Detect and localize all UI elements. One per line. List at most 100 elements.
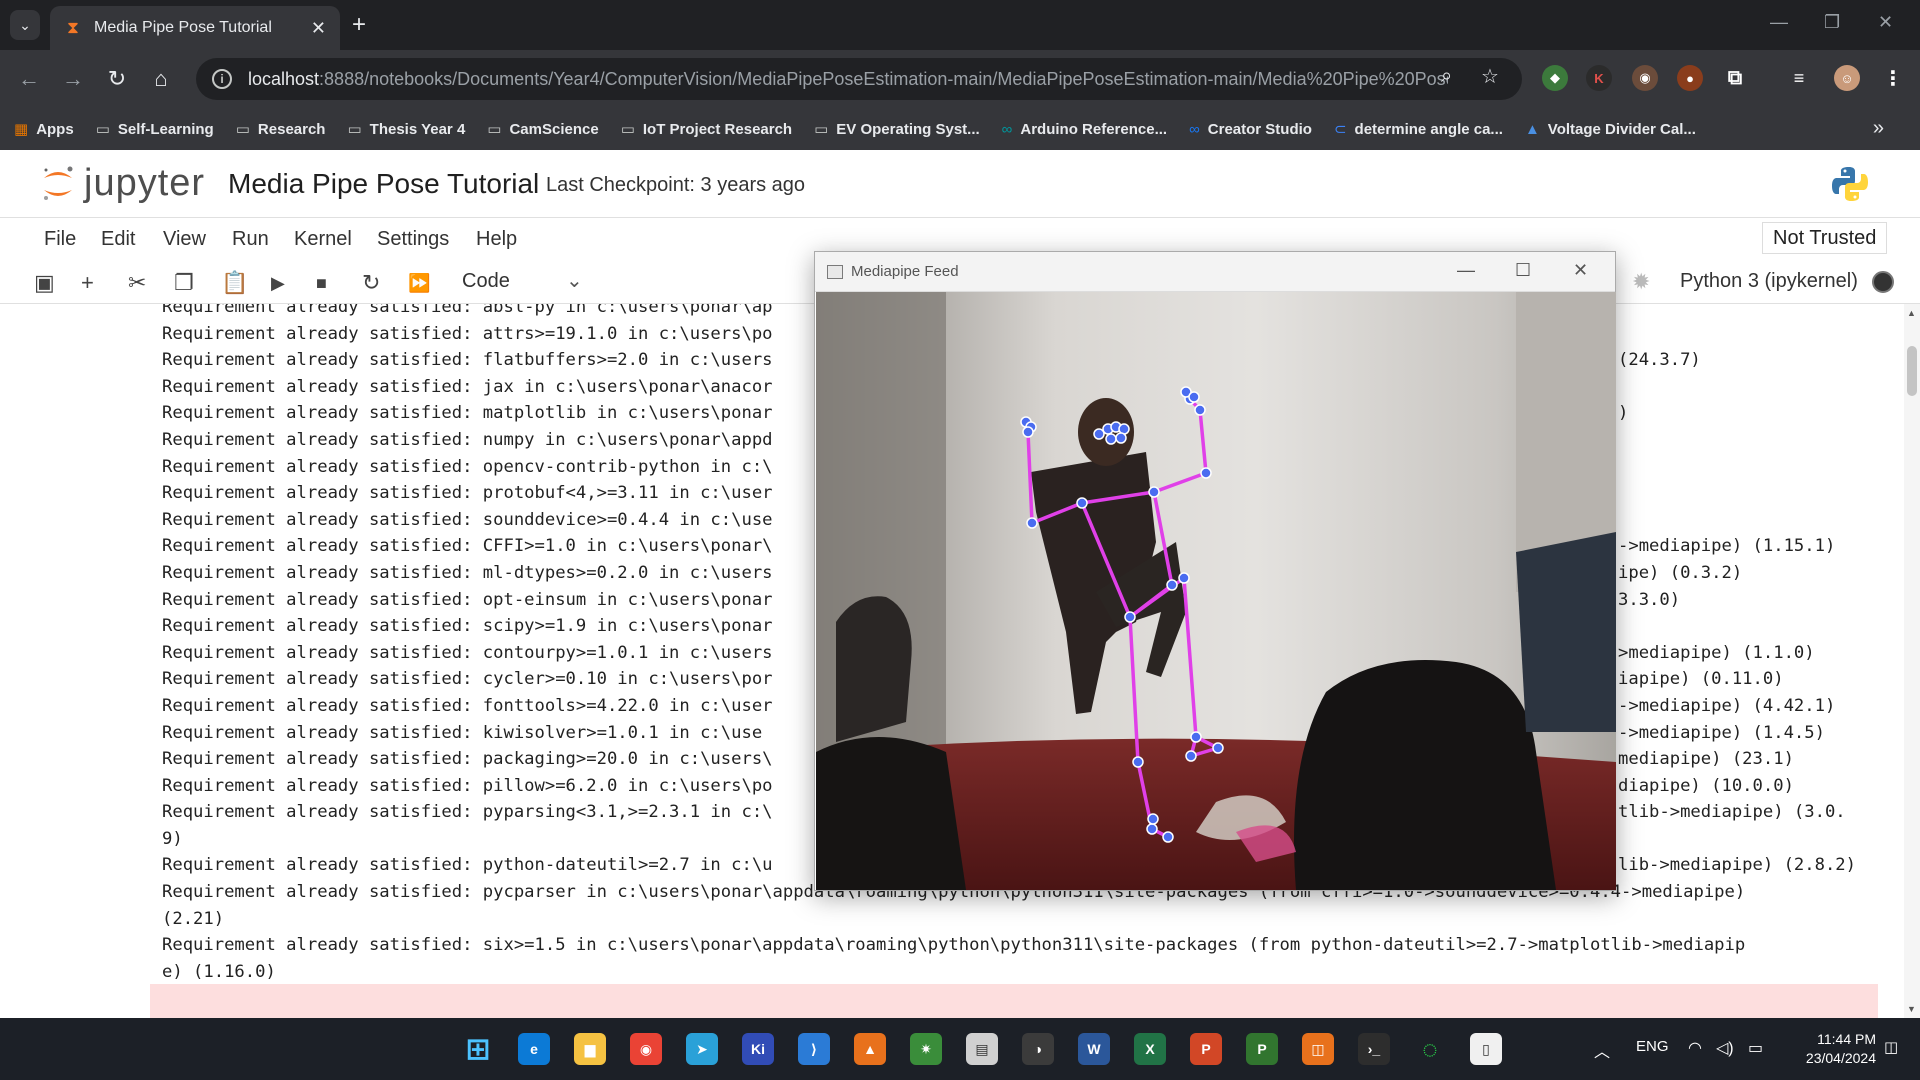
anaconda-icon[interactable]: ✷: [910, 1033, 942, 1065]
menu-help[interactable]: Help: [476, 228, 517, 251]
menu-view[interactable]: View: [163, 228, 206, 251]
wifi-icon[interactable]: ◠: [1688, 1038, 1702, 1058]
extension-colorful-icon[interactable]: ◆: [1542, 65, 1568, 91]
bookmark-ev[interactable]: ▭ EV Operating Syst...: [814, 120, 980, 139]
language-indicator[interactable]: ENG: [1636, 1038, 1669, 1055]
file-explorer-icon[interactable]: ▆: [574, 1033, 606, 1065]
site-info-icon[interactable]: i: [212, 69, 232, 89]
cell-type-select[interactable]: Code ⌄: [462, 270, 592, 293]
window-close-icon[interactable]: ✕: [1878, 12, 1893, 33]
restore-icon[interactable]: ❐: [1824, 12, 1840, 33]
tab-search-button[interactable]: ⌄: [10, 10, 40, 40]
office-pdf-icon[interactable]: ◫: [1302, 1033, 1334, 1065]
battery-icon[interactable]: ▭: [1748, 1038, 1763, 1058]
clock-time: 11:44 PM: [1817, 1031, 1876, 1047]
bookmark-camscience[interactable]: ▭ CamScience: [487, 120, 598, 139]
notepad-icon[interactable]: ▯: [1470, 1033, 1502, 1065]
output-line-tail: tlib->mediapipe) (3.0.: [1618, 802, 1846, 823]
volume-icon[interactable]: ◁): [1716, 1038, 1734, 1058]
back-icon[interactable]: ←: [14, 64, 44, 94]
notebook-title[interactable]: Media Pipe Pose Tutorial: [228, 168, 539, 200]
windows-start-icon[interactable]: ⊞: [462, 1033, 494, 1066]
cut-icon[interactable]: ✂: [128, 270, 146, 296]
project-icon[interactable]: P: [1246, 1033, 1278, 1065]
minimize-icon[interactable]: —: [1770, 12, 1788, 33]
extension-k-icon[interactable]: K: [1586, 65, 1612, 91]
kicad-icon[interactable]: Ki: [742, 1033, 774, 1065]
tray-overflow-icon[interactable]: ︿: [1594, 1038, 1610, 1062]
output-line-text: Requirement already satisfied: pillow>=6…: [162, 775, 773, 796]
bookmark-thesis[interactable]: ▭ Thesis Year 4: [347, 120, 465, 139]
davinci-icon[interactable]: ◑: [1022, 1033, 1054, 1065]
edge-icon[interactable]: e: [518, 1033, 550, 1065]
trust-indicator[interactable]: Not Trusted: [1762, 222, 1888, 254]
new-tab-button[interactable]: +: [352, 12, 366, 38]
system-clock[interactable]: 11:44 PM 23/04/2024: [1786, 1030, 1876, 1068]
menu-settings[interactable]: Settings: [377, 228, 449, 251]
app-icon[interactable]: ▤: [966, 1033, 998, 1065]
forward-icon[interactable]: →: [58, 64, 88, 94]
scroll-up-icon[interactable]: ▲: [1907, 308, 1916, 318]
tab-active[interactable]: ⧗ Media Pipe Pose Tutorial ✕: [50, 6, 340, 50]
bookmark-star-icon[interactable]: ☆: [1481, 64, 1499, 89]
output-line-text: 9): [162, 828, 183, 849]
extension-face-icon[interactable]: ◉: [1632, 65, 1658, 91]
menu-edit[interactable]: Edit: [101, 228, 135, 251]
mediapipe-feed-window[interactable]: Mediapipe Feed — ☐ ✕: [814, 251, 1616, 891]
zoom-icon[interactable]: ⌕: [1441, 65, 1452, 88]
cv-close-icon[interactable]: ✕: [1573, 260, 1588, 281]
tab-close-icon[interactable]: ✕: [311, 18, 326, 39]
stop-icon[interactable]: ■: [316, 270, 327, 296]
menu-run[interactable]: Run: [232, 228, 269, 251]
word-icon[interactable]: W: [1078, 1033, 1110, 1065]
bookmark-creator-studio[interactable]: ∞ Creator Studio: [1189, 121, 1312, 138]
restart-icon[interactable]: ↻: [362, 270, 380, 296]
bookmark-voltage[interactable]: ▲ Voltage Divider Cal...: [1525, 121, 1696, 138]
bookmarks-overflow-icon[interactable]: »: [1873, 117, 1884, 140]
insert-cell-icon[interactable]: +: [81, 270, 94, 296]
address-bar[interactable]: i localhost:8888/notebooks/Documents/Yea…: [196, 58, 1522, 100]
chrome-icon[interactable]: ◉: [630, 1033, 662, 1065]
notification-icon[interactable]: ◫: [1884, 1038, 1898, 1056]
bookmark-research[interactable]: ▭ Research: [236, 120, 326, 139]
vscode-icon[interactable]: ⟩: [798, 1033, 830, 1065]
menu-kernel[interactable]: Kernel: [294, 228, 352, 251]
terminal-icon[interactable]: ›_: [1358, 1033, 1390, 1065]
media-control-icon[interactable]: ≡: [1786, 65, 1812, 91]
bookmark-iot[interactable]: ▭ IoT Project Research: [621, 120, 792, 139]
bookmark-arduino[interactable]: ∞ Arduino Reference...: [1002, 121, 1167, 138]
menu-file[interactable]: File: [44, 228, 76, 251]
powerpoint-icon[interactable]: P: [1190, 1033, 1222, 1065]
excel-icon[interactable]: X: [1134, 1033, 1166, 1065]
reload-icon[interactable]: ↻: [102, 64, 132, 94]
telegram-icon[interactable]: ➤: [686, 1033, 718, 1065]
mediapipe-window-titlebar[interactable]: Mediapipe Feed — ☐ ✕: [815, 252, 1615, 292]
kernel-name[interactable]: Python 3 (ipykernel): [1680, 270, 1858, 293]
bookmark-angle[interactable]: ⊂ determine angle ca...: [1334, 120, 1503, 139]
cv-maximize-icon[interactable]: ☐: [1515, 260, 1531, 281]
jupyter-logo[interactable]: jupyter: [40, 162, 205, 205]
paste-icon[interactable]: 📋: [221, 270, 248, 296]
cv-minimize-icon[interactable]: —: [1457, 260, 1475, 281]
scrollbar-thumb[interactable]: [1907, 346, 1917, 396]
profile-avatar[interactable]: ☺: [1834, 65, 1860, 91]
scroll-down-icon[interactable]: ▼: [1907, 1004, 1916, 1014]
output-line-tail: 3.3.0): [1618, 589, 1681, 610]
notebook-scrollbar[interactable]: ▲ ▼: [1904, 304, 1920, 1018]
bookmark-apps[interactable]: ▦ Apps: [14, 120, 74, 139]
output-line-tail: (24.3.7): [1618, 350, 1701, 371]
loading-icon[interactable]: ◌: [1414, 1033, 1446, 1065]
url-text[interactable]: localhost:8888/notebooks/Documents/Year4…: [248, 69, 1448, 90]
matlab-icon[interactable]: ▲: [854, 1033, 886, 1065]
output-line-text: Requirement already satisfied: jax in c:…: [162, 376, 773, 397]
copy-icon[interactable]: ❐: [174, 270, 194, 296]
save-icon[interactable]: ▣: [34, 270, 55, 296]
extensions-puzzle-icon[interactable]: ⧉: [1722, 65, 1748, 91]
run-icon[interactable]: ▶: [271, 270, 285, 296]
chrome-menu-icon[interactable]: ⋮: [1880, 65, 1906, 91]
landmark-right-wrist: [1194, 404, 1206, 416]
run-all-icon[interactable]: ⏩: [408, 270, 430, 296]
extension-cookie-icon[interactable]: ●: [1677, 65, 1703, 91]
home-icon[interactable]: ⌂: [146, 64, 176, 94]
bookmark-self-learning[interactable]: ▭ Self-Learning: [96, 120, 214, 139]
